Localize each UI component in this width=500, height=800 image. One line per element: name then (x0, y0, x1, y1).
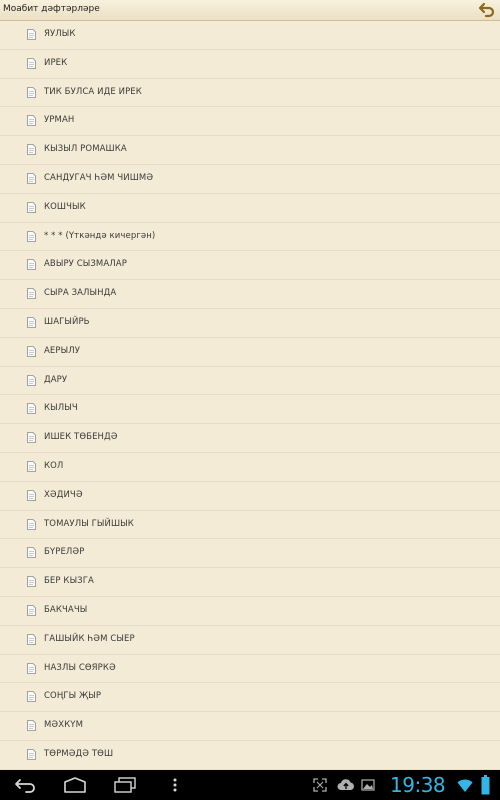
document-icon (27, 749, 36, 760)
poem-list[interactable]: ЯУЛЫК ИРЕК ТИК БУЛСА ИДЕ ИРЕК УРМАН КЫЗЫЛ РО… (0, 21, 500, 770)
list-item[interactable]: КЫЛЫЧ (0, 395, 500, 425)
wifi-icon (457, 779, 473, 792)
list-item[interactable]: НАЗЛЫ СӨЯРКӘ (0, 655, 500, 684)
document-icon (27, 288, 36, 300)
list-item-label: САНДУГАЧ ҺӘМ ЧИШМӘ (44, 172, 154, 183)
document-icon (27, 317, 36, 328)
document-icon (27, 691, 36, 703)
list-item-label: НАЗЛЫ СӨЯРКӘ (44, 662, 116, 673)
back-arrow-icon[interactable] (478, 1, 496, 19)
document-icon (27, 633, 36, 645)
list-item-label: СЫРА ЗАЛЫНДА (44, 288, 117, 299)
battery-icon (481, 775, 490, 795)
fullscreen-icon (313, 778, 327, 792)
list-item[interactable]: * * * (Үткәндә кичергән) (0, 223, 500, 252)
list-item[interactable]: СЫРА ЗАЛЫНДА (0, 280, 500, 309)
list-item[interactable]: СОҢГЫ ҖЫР (0, 683, 500, 713)
list-item-label: УРМАН (44, 115, 75, 126)
document-icon (27, 173, 36, 184)
list-item-label: ЯУЛЫК (44, 29, 76, 39)
document-icon (27, 518, 36, 530)
list-item[interactable]: ТӨРМӘДӘ ТӨШ (0, 741, 500, 770)
list-item[interactable]: ИРЕК (0, 50, 500, 79)
document-icon (27, 144, 36, 156)
list-item-label: БАКЧАЧЫ (44, 604, 88, 615)
list-item-label: ДАРУ (44, 374, 68, 385)
list-item-label: ТОМАУЛЫ ГЫЙШЫК (44, 518, 134, 529)
list-item[interactable]: АЕРЫЛУ (0, 338, 500, 367)
document-icon (27, 432, 36, 444)
list-item-label: МӘХКҮМ (44, 720, 84, 731)
list-item[interactable]: КОШЧЫК (0, 194, 500, 223)
list-item[interactable]: КОЛ (0, 453, 500, 482)
document-icon (27, 115, 36, 127)
list-item-label: КЫЛЫЧ (44, 403, 78, 414)
document-icon (27, 345, 36, 357)
system-navigation-bar: 19:38 (0, 770, 500, 800)
list-item[interactable]: ИШЕК ТӨБЕНДӘ (0, 424, 500, 453)
list-item[interactable]: ГАШЫЙК ҺӘМ СЫЕР (0, 626, 500, 655)
document-icon (27, 403, 36, 415)
document-icon (27, 29, 36, 40)
list-item-label: ШАГЫЙРЬ (44, 316, 90, 327)
list-item[interactable]: КЫЗЫЛ РОМАШКА (0, 136, 500, 165)
screen: Моабит дәфтәрләре ЯУЛЫК ИРЕК ТИК БУЛСА ИДЕ… (0, 0, 500, 800)
list-item-label: АЕРЫЛУ (44, 345, 80, 356)
list-item[interactable]: ХӘДИЧӘ (0, 482, 500, 511)
list-item-label: КОШЧЫК (44, 201, 86, 212)
list-item-label: АВЫРУ СЫЗМАЛАР (44, 259, 127, 270)
recent-apps-icon[interactable] (112, 776, 138, 794)
list-item-label: ХӘДИЧӘ (44, 489, 83, 500)
document-icon (27, 720, 36, 732)
list-item[interactable]: САНДУГАЧ ҺӘМ ЧИШМӘ (0, 165, 500, 194)
home-icon[interactable] (62, 776, 88, 794)
list-item-label: * * * (Үткәндә кичергән) (44, 230, 156, 241)
document-icon (27, 662, 36, 674)
title-bar: Моабит дәфтәрләре (0, 0, 500, 21)
list-item[interactable]: ТИК БУЛСА ИДЕ ИРЕК (0, 79, 500, 108)
list-item[interactable]: БҮРЕЛӘР (0, 539, 500, 569)
list-item[interactable]: МӘХКҮМ (0, 712, 500, 741)
list-item[interactable]: ЯУЛЫК (0, 21, 500, 50)
list-item[interactable]: БЕР КЫЗГА (0, 568, 500, 597)
list-item-label: ТӨРМӘДӘ ТӨШ (44, 748, 114, 759)
document-icon (27, 374, 36, 386)
list-item-label: КОЛ (44, 460, 64, 471)
document-icon (27, 57, 36, 69)
list-item[interactable]: АВЫРУ СЫЗМАЛАР (0, 251, 500, 281)
list-item-label: КЫЗЫЛ РОМАШКА (44, 144, 127, 155)
image-icon (361, 779, 375, 791)
document-icon (27, 576, 36, 588)
list-item[interactable]: ТОМАУЛЫ ГЫЙШЫК (0, 511, 500, 540)
list-item[interactable]: УРМАН (0, 107, 500, 137)
menu-icon[interactable] (171, 776, 179, 794)
list-item[interactable]: БАКЧАЧЫ (0, 597, 500, 626)
status-clock: 19:38 (390, 773, 446, 797)
app-title: Моабит дәфтәрләре (3, 4, 100, 14)
list-item[interactable]: ШАГЫЙРЬ (0, 309, 500, 338)
list-item-label: ГАШЫЙК ҺӘМ СЫЕР (44, 633, 135, 644)
document-icon (27, 489, 36, 501)
list-item-label: СОҢГЫ ҖЫР (44, 691, 102, 702)
document-icon (27, 230, 36, 242)
list-item-label: ИШЕК ТӨБЕНДӘ (44, 432, 118, 443)
list-item-label: БҮРЕЛӘР (44, 547, 85, 558)
document-icon (27, 461, 36, 472)
document-icon (27, 201, 36, 213)
document-icon (27, 86, 36, 98)
list-item-label: БЕР КЫЗГА (44, 576, 94, 587)
document-icon (27, 605, 36, 616)
list-item[interactable]: ДАРУ (0, 367, 500, 396)
upload-icon (337, 779, 354, 790)
list-item-label: ИРЕК (44, 57, 68, 68)
list-item-label: ТИК БУЛСА ИДЕ ИРЕК (44, 86, 142, 97)
document-icon (27, 259, 36, 271)
document-icon (27, 547, 36, 559)
back-icon[interactable] (14, 776, 38, 794)
